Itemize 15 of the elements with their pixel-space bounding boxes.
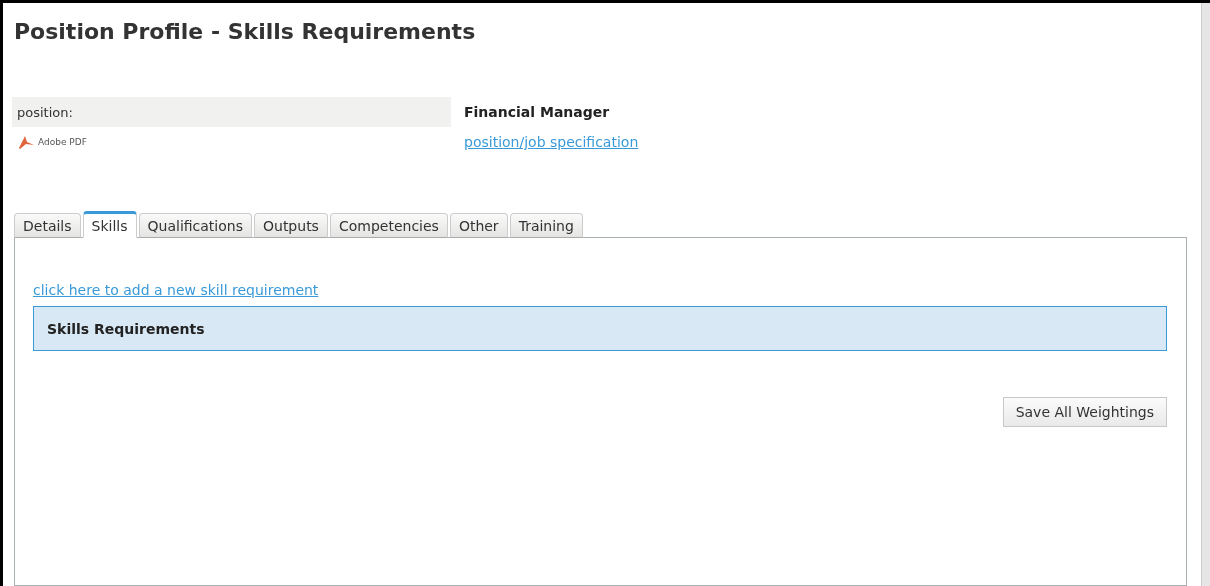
field-label: position: xyxy=(17,104,73,120)
page-title: Position Profile - Skills Requirements xyxy=(14,19,476,44)
file-type-label: Adobe PDF xyxy=(38,137,87,147)
tab[interactable]: Skills xyxy=(82,211,137,239)
tab[interactable]: Other xyxy=(449,213,508,239)
tab[interactable]: Training xyxy=(509,213,583,239)
tab[interactable]: Qualifications xyxy=(138,213,252,239)
pdf-icon xyxy=(17,134,35,150)
tab[interactable]: Outputs xyxy=(254,213,328,239)
field-value: Financial Manager xyxy=(464,104,610,120)
section-header: Skills Requirements xyxy=(33,306,1167,352)
tab[interactable]: Competencies xyxy=(329,213,448,239)
save-button[interactable]: Save All Weightings xyxy=(1002,397,1167,428)
tab[interactable]: Details xyxy=(14,213,81,239)
scrollbar[interactable] xyxy=(1201,3,1210,586)
